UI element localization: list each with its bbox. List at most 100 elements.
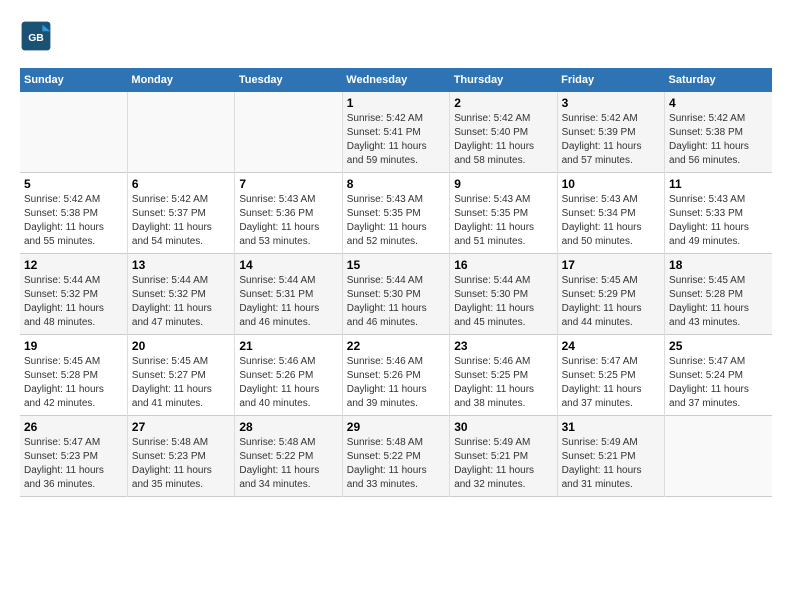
day-content: Sunrise: 5:49 AM Sunset: 5:21 PM Dayligh… <box>454 436 552 492</box>
day-number: 6 <box>132 177 230 191</box>
week-row-2: 5Sunrise: 5:42 AM Sunset: 5:38 PM Daylig… <box>20 173 772 254</box>
day-number: 15 <box>347 258 445 272</box>
calendar-cell: 23Sunrise: 5:46 AM Sunset: 5:25 PM Dayli… <box>450 335 557 416</box>
day-number: 25 <box>669 339 768 353</box>
day-number: 4 <box>669 96 768 110</box>
calendar-cell: 8 Sunrise: 5:43 AM Sunset: 5:35 PM Daylig… <box>342 173 449 254</box>
day-content: Sunrise: 5:43 AM Sunset: 5:35 PM Dayligh… <box>347 193 445 249</box>
calendar-cell: 5Sunrise: 5:42 AM Sunset: 5:38 PM Daylig… <box>20 173 127 254</box>
week-row-4: 19 Sunrise: 5:45 AM Sunset: 5:28 PM Dayli… <box>20 335 772 416</box>
day-content: Sunrise: 5:44 AM Sunset: 5:30 PM Dayligh… <box>454 274 552 330</box>
day-number: 5 <box>24 177 123 191</box>
calendar-cell: 4 Sunrise: 5:42 AM Sunset: 5:38 PM Daylig… <box>665 92 772 173</box>
header-day-thursday: Thursday <box>450 68 557 92</box>
calendar-cell: 20 Sunrise: 5:45 AM Sunset: 5:27 PM Dayli… <box>127 335 234 416</box>
day-content: Sunrise: 5:47 AM Sunset: 5:24 PM Dayligh… <box>669 355 768 411</box>
calendar-cell: 25 Sunrise: 5:47 AM Sunset: 5:24 PM Dayli… <box>665 335 772 416</box>
day-number: 28 <box>239 420 337 434</box>
top-bar: GB <box>20 20 772 60</box>
header-day-saturday: Saturday <box>665 68 772 92</box>
day-number: 21 <box>239 339 337 353</box>
calendar-cell: 24 Sunrise: 5:47 AM Sunset: 5:25 PM Dayli… <box>557 335 664 416</box>
calendar-cell: 27 Sunrise: 5:48 AM Sunset: 5:23 PM Dayli… <box>127 416 234 497</box>
calendar-cell: 6 Sunrise: 5:42 AM Sunset: 5:37 PM Daylig… <box>127 173 234 254</box>
calendar-cell: 12Sunrise: 5:44 AM Sunset: 5:32 PM Dayli… <box>20 254 127 335</box>
day-content: Sunrise: 5:42 AM Sunset: 5:37 PM Dayligh… <box>132 193 230 249</box>
calendar-cell: 16 Sunrise: 5:44 AM Sunset: 5:30 PM Dayli… <box>450 254 557 335</box>
week-row-3: 12Sunrise: 5:44 AM Sunset: 5:32 PM Dayli… <box>20 254 772 335</box>
day-content: Sunrise: 5:48 AM Sunset: 5:23 PM Dayligh… <box>132 436 230 492</box>
calendar-cell: 13 Sunrise: 5:44 AM Sunset: 5:32 PM Dayli… <box>127 254 234 335</box>
day-content: Sunrise: 5:46 AM Sunset: 5:26 PM Dayligh… <box>347 355 445 411</box>
day-number: 29 <box>347 420 445 434</box>
calendar-header: SundayMondayTuesdayWednesdayThursdayFrid… <box>20 68 772 92</box>
day-content: Sunrise: 5:42 AM Sunset: 5:38 PM Dayligh… <box>669 112 768 168</box>
day-content: Sunrise: 5:45 AM Sunset: 5:28 PM Dayligh… <box>24 355 123 411</box>
day-number: 17 <box>562 258 660 272</box>
calendar-cell <box>127 92 234 173</box>
calendar-cell <box>235 92 342 173</box>
logo-icon: GB <box>20 20 52 52</box>
calendar-cell: 21 Sunrise: 5:46 AM Sunset: 5:26 PM Dayli… <box>235 335 342 416</box>
calendar-table: SundayMondayTuesdayWednesdayThursdayFrid… <box>20 68 772 497</box>
day-number: 31 <box>562 420 660 434</box>
day-content: Sunrise: 5:44 AM Sunset: 5:32 PM Dayligh… <box>132 274 230 330</box>
day-content: Sunrise: 5:45 AM Sunset: 5:27 PM Dayligh… <box>132 355 230 411</box>
day-number: 27 <box>132 420 230 434</box>
calendar-cell: 29 Sunrise: 5:48 AM Sunset: 5:22 PM Dayli… <box>342 416 449 497</box>
day-content: Sunrise: 5:46 AM Sunset: 5:25 PM Dayligh… <box>454 355 552 411</box>
calendar-cell: 1 Sunrise: 5:42 AM Sunset: 5:41 PM Daylig… <box>342 92 449 173</box>
day-content: Sunrise: 5:42 AM Sunset: 5:41 PM Dayligh… <box>347 112 445 168</box>
day-content: Sunrise: 5:43 AM Sunset: 5:35 PM Dayligh… <box>454 193 552 249</box>
calendar-cell: 22Sunrise: 5:46 AM Sunset: 5:26 PM Dayli… <box>342 335 449 416</box>
day-number: 13 <box>132 258 230 272</box>
calendar-cell <box>20 92 127 173</box>
calendar-cell: 3 Sunrise: 5:42 AM Sunset: 5:39 PM Daylig… <box>557 92 664 173</box>
day-content: Sunrise: 5:43 AM Sunset: 5:34 PM Dayligh… <box>562 193 660 249</box>
day-number: 20 <box>132 339 230 353</box>
day-number: 3 <box>562 96 660 110</box>
day-number: 18 <box>669 258 768 272</box>
day-number: 11 <box>669 177 768 191</box>
calendar-cell: 14 Sunrise: 5:44 AM Sunset: 5:31 PM Dayli… <box>235 254 342 335</box>
day-number: 8 <box>347 177 445 191</box>
day-number: 7 <box>239 177 337 191</box>
day-content: Sunrise: 5:46 AM Sunset: 5:26 PM Dayligh… <box>239 355 337 411</box>
day-content: Sunrise: 5:44 AM Sunset: 5:31 PM Dayligh… <box>239 274 337 330</box>
calendar-cell: 2 Sunrise: 5:42 AM Sunset: 5:40 PM Daylig… <box>450 92 557 173</box>
day-number: 2 <box>454 96 552 110</box>
day-number: 19 <box>24 339 123 353</box>
day-content: Sunrise: 5:44 AM Sunset: 5:32 PM Dayligh… <box>24 274 123 330</box>
day-content: Sunrise: 5:48 AM Sunset: 5:22 PM Dayligh… <box>347 436 445 492</box>
day-content: Sunrise: 5:44 AM Sunset: 5:30 PM Dayligh… <box>347 274 445 330</box>
day-number: 26 <box>24 420 123 434</box>
day-number: 14 <box>239 258 337 272</box>
calendar-cell: 17Sunrise: 5:45 AM Sunset: 5:29 PM Dayli… <box>557 254 664 335</box>
header-day-monday: Monday <box>127 68 234 92</box>
day-content: Sunrise: 5:48 AM Sunset: 5:22 PM Dayligh… <box>239 436 337 492</box>
header-day-sunday: Sunday <box>20 68 127 92</box>
calendar-cell: 19 Sunrise: 5:45 AM Sunset: 5:28 PM Dayli… <box>20 335 127 416</box>
day-content: Sunrise: 5:42 AM Sunset: 5:39 PM Dayligh… <box>562 112 660 168</box>
calendar-cell <box>665 416 772 497</box>
week-row-1: 1 Sunrise: 5:42 AM Sunset: 5:41 PM Daylig… <box>20 92 772 173</box>
header-day-friday: Friday <box>557 68 664 92</box>
day-content: Sunrise: 5:45 AM Sunset: 5:28 PM Dayligh… <box>669 274 768 330</box>
day-content: Sunrise: 5:47 AM Sunset: 5:25 PM Dayligh… <box>562 355 660 411</box>
day-number: 24 <box>562 339 660 353</box>
calendar-cell: 28 Sunrise: 5:48 AM Sunset: 5:22 PM Dayli… <box>235 416 342 497</box>
day-content: Sunrise: 5:42 AM Sunset: 5:40 PM Dayligh… <box>454 112 552 168</box>
calendar-cell: 10Sunrise: 5:43 AM Sunset: 5:34 PM Dayli… <box>557 173 664 254</box>
calendar-cell: 7Sunrise: 5:43 AM Sunset: 5:36 PM Daylig… <box>235 173 342 254</box>
day-number: 1 <box>347 96 445 110</box>
svg-text:GB: GB <box>28 33 44 44</box>
day-content: Sunrise: 5:49 AM Sunset: 5:21 PM Dayligh… <box>562 436 660 492</box>
day-number: 16 <box>454 258 552 272</box>
day-content: Sunrise: 5:47 AM Sunset: 5:23 PM Dayligh… <box>24 436 123 492</box>
header-row: SundayMondayTuesdayWednesdayThursdayFrid… <box>20 68 772 92</box>
calendar-cell: 15 Sunrise: 5:44 AM Sunset: 5:30 PM Dayli… <box>342 254 449 335</box>
day-content: Sunrise: 5:43 AM Sunset: 5:33 PM Dayligh… <box>669 193 768 249</box>
calendar-body: 1 Sunrise: 5:42 AM Sunset: 5:41 PM Daylig… <box>20 92 772 497</box>
calendar-cell: 9Sunrise: 5:43 AM Sunset: 5:35 PM Daylig… <box>450 173 557 254</box>
calendar-cell: 31 Sunrise: 5:49 AM Sunset: 5:21 PM Dayli… <box>557 416 664 497</box>
